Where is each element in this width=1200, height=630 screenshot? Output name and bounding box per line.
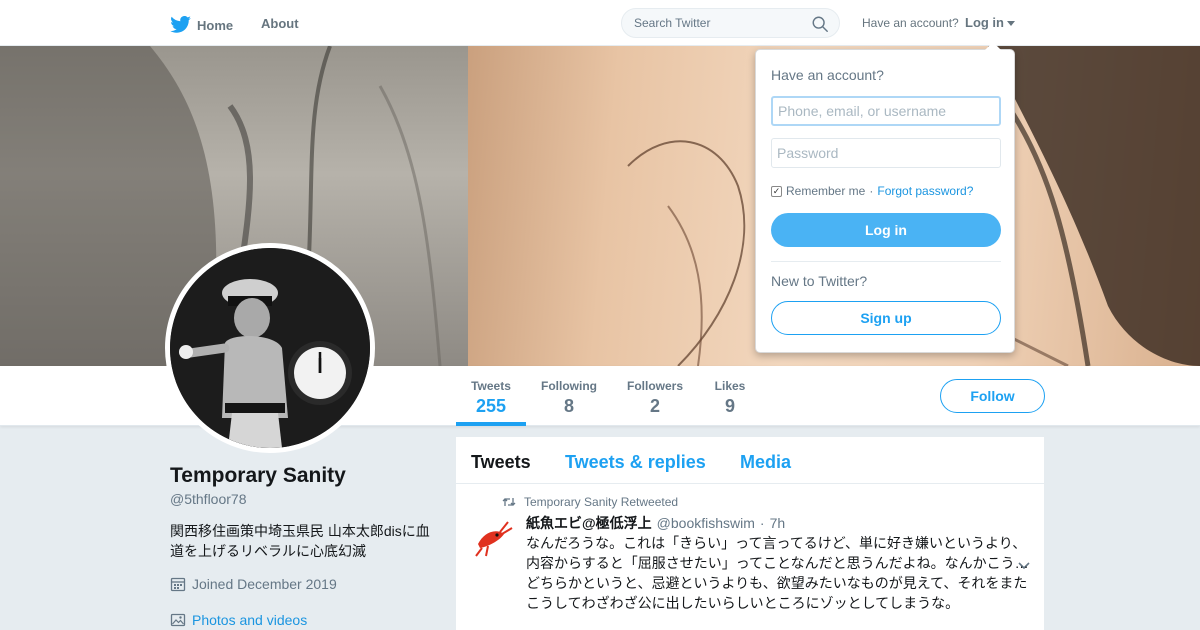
signup-button[interactable]: Sign up (771, 301, 1001, 335)
photos-videos-link[interactable]: Photos and videos (170, 612, 307, 628)
tweet-text-line: なんだろうな。これは「きらい」って言ってるけど、単に好き嫌いというより、 (526, 535, 1027, 551)
stat-value: 2 (649, 396, 660, 416)
new-to-twitter-text: New to Twitter? (771, 273, 868, 289)
stat-likes[interactable]: Likes 9 (700, 366, 760, 426)
stat-label: Likes (714, 379, 746, 393)
retweeted-by-text: Temporary Sanity Retweeted (524, 495, 679, 509)
avatar[interactable] (165, 243, 375, 453)
password-field[interactable] (771, 138, 1001, 168)
stat-tweets[interactable]: Tweets 255 (456, 366, 526, 426)
tweet-author-avatar[interactable] (470, 514, 514, 558)
stat-following[interactable]: Following 8 (527, 366, 611, 426)
stat-label: Tweets (471, 379, 511, 393)
nav-home-link[interactable]: Home (170, 16, 233, 34)
have-account-text: Have an account? (862, 16, 959, 30)
forgot-password-link[interactable]: Forgot password? (877, 184, 973, 198)
photos-videos-label: Photos and videos (192, 612, 308, 628)
tab-tweets-replies[interactable]: Tweets & replies (565, 452, 706, 473)
search-icon[interactable] (811, 15, 829, 33)
stat-value: 9 (724, 396, 735, 416)
avatar-photo (170, 248, 370, 448)
tweet-text-line: こうしてわざわざ公に出したいらしいところにゾッとしてしまうな。 (526, 595, 960, 611)
login-toggle-label: Log in (965, 15, 1004, 30)
stat-label: Following (541, 379, 597, 393)
stat-value: 8 (563, 396, 574, 416)
image-icon (170, 613, 186, 627)
calendar-icon (170, 577, 186, 592)
search-input[interactable]: Search Twitter (621, 8, 840, 38)
nav-home-label: Home (197, 17, 234, 33)
tweet-item[interactable]: Temporary Sanity Retweeted 紙魚エビ@極低浮上 @bo… (456, 484, 1044, 630)
stat-value: 255 (475, 396, 507, 416)
retweet-context: Temporary Sanity Retweeted (502, 495, 678, 509)
search-placeholder: Search Twitter (634, 16, 711, 30)
remember-checkbox[interactable]: ✓ (771, 185, 782, 197)
login-button[interactable]: Log in (771, 213, 1001, 247)
tweet-text-line: どちらかというと、忌避というよりも、欲望みたいなものが見えて、それをまた (526, 575, 1028, 591)
username-field[interactable] (771, 96, 1001, 126)
joined-text: Joined December 2019 (192, 576, 337, 592)
tweet-text: なんだろうな。これは「きらい」って言ってるけど、単に好き嫌いというより、 内容か… (526, 533, 1032, 613)
nav-about-link[interactable]: About (261, 16, 299, 31)
login-dropdown: Have an account? ✓ Remember me · Forgot … (755, 42, 1015, 353)
profile-joined: Joined December 2019 (170, 576, 337, 592)
profile-name[interactable]: Temporary Sanity (170, 464, 346, 488)
top-nav: Home About Search Twitter Have an accoun… (0, 0, 1200, 46)
tweet-header: 紙魚エビ@極低浮上 @bookfishswim · 7h (526, 513, 785, 533)
tweet-author-handle[interactable]: @bookfishswim (657, 515, 755, 531)
tweet-timestamp[interactable]: 7h (770, 515, 786, 531)
tweet-text-line: 内容からすると「屈服させたい」ってことなんだと思うんだよね。なんかこう… (526, 555, 1029, 571)
remember-label[interactable]: Remember me (786, 184, 865, 198)
stat-label: Followers (627, 379, 684, 393)
dropdown-divider (771, 261, 1001, 262)
tweet-author-name[interactable]: 紙魚エビ@極低浮上 (526, 513, 652, 533)
tab-media[interactable]: Media (740, 452, 791, 473)
dropdown-arrow (985, 42, 1001, 50)
stat-followers[interactable]: Followers 2 (613, 366, 697, 426)
timeline: Tweets Tweets & replies Media Temporary … (456, 437, 1044, 630)
retweet-icon (502, 498, 516, 506)
tweet-separator: · (759, 515, 765, 531)
caret-down-icon (1007, 21, 1015, 26)
dropdown-title: Have an account? (771, 67, 884, 83)
timeline-tabs: Tweets Tweets & replies Media (456, 437, 1044, 484)
profile-handle[interactable]: @5thfloor78 (170, 491, 246, 507)
remember-row: ✓ Remember me · Forgot password? (771, 184, 973, 198)
twitter-bird-icon (170, 16, 191, 33)
login-dropdown-toggle[interactable]: Log in (965, 15, 1015, 30)
follow-button[interactable]: Follow (940, 379, 1045, 413)
profile-bio: 関西移住画策中埼玉県民 山本太郎disに血道を上げるリベラルに心底幻滅 (170, 523, 430, 559)
tab-tweets[interactable]: Tweets (471, 452, 531, 473)
remember-separator: · (869, 184, 874, 198)
